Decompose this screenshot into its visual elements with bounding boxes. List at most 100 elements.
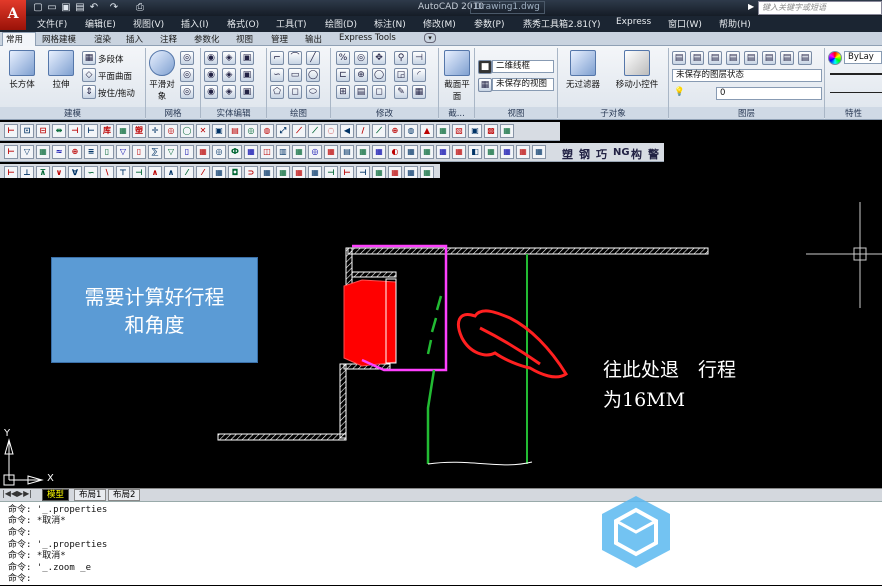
open-icon[interactable]: ▭ [46, 2, 58, 14]
polyline-icon[interactable]: ⌐ [270, 51, 284, 65]
tb1-tool-icon[interactable]: ⤢ [276, 124, 290, 138]
menu-format[interactable]: 格式(O) [227, 17, 259, 30]
tb1-tool-icon[interactable]: ◍ [260, 124, 274, 138]
tb1-tool-icon[interactable]: ◯ [180, 124, 194, 138]
toolbar-text-4[interactable]: NG [613, 147, 630, 158]
polysolid-icon[interactable]: ▦ [82, 51, 96, 65]
menu-express[interactable]: Express [616, 17, 651, 27]
search-input[interactable]: 键入关键字或短语 [758, 1, 882, 15]
panel-label-solid-edit[interactable]: 实体编辑 [201, 107, 266, 119]
tb2-tool-icon[interactable]: ≈ [52, 145, 66, 159]
no-filter-button[interactable]: 无过滤器 [561, 50, 605, 90]
tb1-tool-icon[interactable]: ⇼ [52, 124, 66, 138]
tb1-tool-icon[interactable]: ▧ [452, 124, 466, 138]
tb1-tool-icon[interactable]: ✕ [196, 124, 210, 138]
tb2-tool-icon[interactable]: ◫ [260, 145, 274, 159]
tb2-tool-icon[interactable]: Ф [228, 145, 242, 159]
tab-home[interactable]: 常用 [6, 33, 23, 45]
tab-layout2[interactable]: 布局2 [108, 489, 141, 501]
tb1-tool-icon[interactable]: ⟋ [372, 124, 386, 138]
tab-output[interactable]: 输出 [305, 33, 322, 45]
tb1-tool-icon[interactable]: ▣ [468, 124, 482, 138]
layer-tool-5-icon[interactable]: ▤ [744, 51, 758, 65]
break-icon[interactable]: ◻ [372, 85, 386, 99]
saveas-icon[interactable]: ▤ [74, 2, 86, 14]
menu-edit[interactable]: 编辑(E) [85, 17, 116, 30]
toolbar-text-6[interactable]: 警 [648, 146, 659, 162]
tab-layout1[interactable]: 布局1 [74, 489, 107, 501]
tb2-tool-icon[interactable]: ▦ [372, 145, 386, 159]
tb1-tool-icon[interactable]: 库 [100, 124, 114, 138]
solid-edit-5-icon[interactable]: ◈ [222, 68, 236, 82]
tb2-tool-icon[interactable]: ⊢ [4, 145, 18, 159]
circle-icon[interactable]: ◯ [306, 68, 320, 82]
planar-surface-label[interactable]: 平面曲面 [98, 70, 132, 82]
mesh-tool-1-icon[interactable]: ◎ [180, 51, 194, 65]
new-icon[interactable]: ▢ [32, 2, 44, 14]
tb2-tool-icon[interactable]: ▽ [20, 145, 34, 159]
solid-edit-3-icon[interactable]: ▣ [240, 51, 254, 65]
tb2-tool-icon[interactable]: ▯ [100, 145, 114, 159]
panel-label-subobject[interactable]: 子对象 [558, 107, 668, 119]
stretch-icon[interactable]: ⊏ [336, 68, 350, 82]
tb1-tool-icon[interactable]: ▣ [212, 124, 226, 138]
solid-edit-4-icon[interactable]: ◉ [204, 68, 218, 82]
menu-help[interactable]: 帮助(H) [719, 17, 751, 30]
tb2-tool-icon[interactable]: ▽ [164, 145, 178, 159]
move-icon[interactable]: ✥ [372, 51, 386, 65]
ellipse-icon[interactable]: ⬭ [306, 85, 320, 99]
visual-style-select[interactable]: 二维线框 [492, 60, 554, 73]
rotate-icon[interactable]: ◯ [372, 68, 386, 82]
tb1-tool-icon[interactable]: ▩ [484, 124, 498, 138]
mirror-icon[interactable]: ⚲ [394, 51, 408, 65]
tb2-tool-icon[interactable]: ▦ [292, 145, 306, 159]
menu-yanxiu[interactable]: 燕秀工具箱2.81(Y) [523, 17, 601, 30]
tb2-tool-icon[interactable]: ⅀ [148, 145, 162, 159]
tb1-tool-icon[interactable]: ⊟ [36, 124, 50, 138]
solid-edit-2-icon[interactable]: ◈ [222, 51, 236, 65]
tb2-tool-icon[interactable]: ▦ [196, 145, 210, 159]
tab-parametric[interactable]: 参数化 [194, 33, 220, 45]
tb2-tool-icon[interactable]: ≡ [84, 145, 98, 159]
tb1-tool-icon[interactable]: ⊣ [68, 124, 82, 138]
tb1-tool-icon[interactable]: ✛ [148, 124, 162, 138]
tab-mesh-modeling[interactable]: 网格建模 [42, 33, 76, 45]
tb1-tool-icon[interactable]: ▦ [500, 124, 514, 138]
command-prompt-line[interactable]: 命令: [8, 574, 31, 586]
tb2-tool-icon[interactable]: ▦ [324, 145, 338, 159]
mesh-tool-3-icon[interactable]: ◎ [180, 85, 194, 99]
layer-props-icon[interactable]: ▤ [672, 51, 686, 65]
extend-icon[interactable]: ⊣ [412, 51, 426, 65]
tb1-tool-icon[interactable]: ⟋ [308, 124, 322, 138]
toolbar-text-3[interactable]: 巧 [596, 146, 607, 162]
tb2-tool-icon[interactable]: ▦ [532, 145, 546, 159]
rectangle-icon[interactable]: ▭ [288, 68, 302, 82]
menu-modify[interactable]: 修改(M) [423, 17, 456, 30]
view-select[interactable]: 未保存的视图 [492, 78, 554, 91]
tb1-tool-icon[interactable]: ◌ [324, 124, 338, 138]
redo-icon[interactable]: ↷ [108, 2, 120, 14]
print-icon[interactable]: ⎙ [134, 2, 146, 14]
tb1-tool-icon[interactable]: ⊢ [84, 124, 98, 138]
tab-model[interactable]: 模型 [42, 489, 70, 501]
solid-edit-7-icon[interactable]: ◉ [204, 85, 218, 99]
tb1-tool-icon[interactable]: ⊢ [4, 124, 18, 138]
tb1-tool-icon[interactable]: ▦ [436, 124, 450, 138]
color-wheel-icon[interactable] [828, 51, 842, 65]
layout-nav-arrows[interactable]: |◀◀▶▶| [2, 489, 32, 498]
color-select[interactable]: ByLay [844, 51, 882, 64]
tb1-tool-icon[interactable]: ◀ [340, 124, 354, 138]
tb1-tool-icon[interactable]: ⊕ [388, 124, 402, 138]
tb2-tool-icon[interactable]: ▦ [436, 145, 450, 159]
tb2-tool-icon[interactable]: ⊕ [68, 145, 82, 159]
tab-manage[interactable]: 管理 [271, 33, 288, 45]
arc-draw-icon[interactable]: ⌒ [288, 51, 302, 65]
array-icon[interactable]: ⊕ [354, 68, 368, 82]
tb2-tool-icon[interactable]: ▯ [132, 145, 146, 159]
layer-select[interactable]: 0 [716, 87, 822, 100]
explode-icon[interactable]: ⊞ [336, 85, 350, 99]
tb2-tool-icon[interactable]: ▯ [180, 145, 194, 159]
menu-draw[interactable]: 绘图(D) [325, 17, 357, 30]
menu-window[interactable]: 窗口(W) [668, 17, 702, 30]
layer-tool-8-icon[interactable]: ▤ [798, 51, 812, 65]
